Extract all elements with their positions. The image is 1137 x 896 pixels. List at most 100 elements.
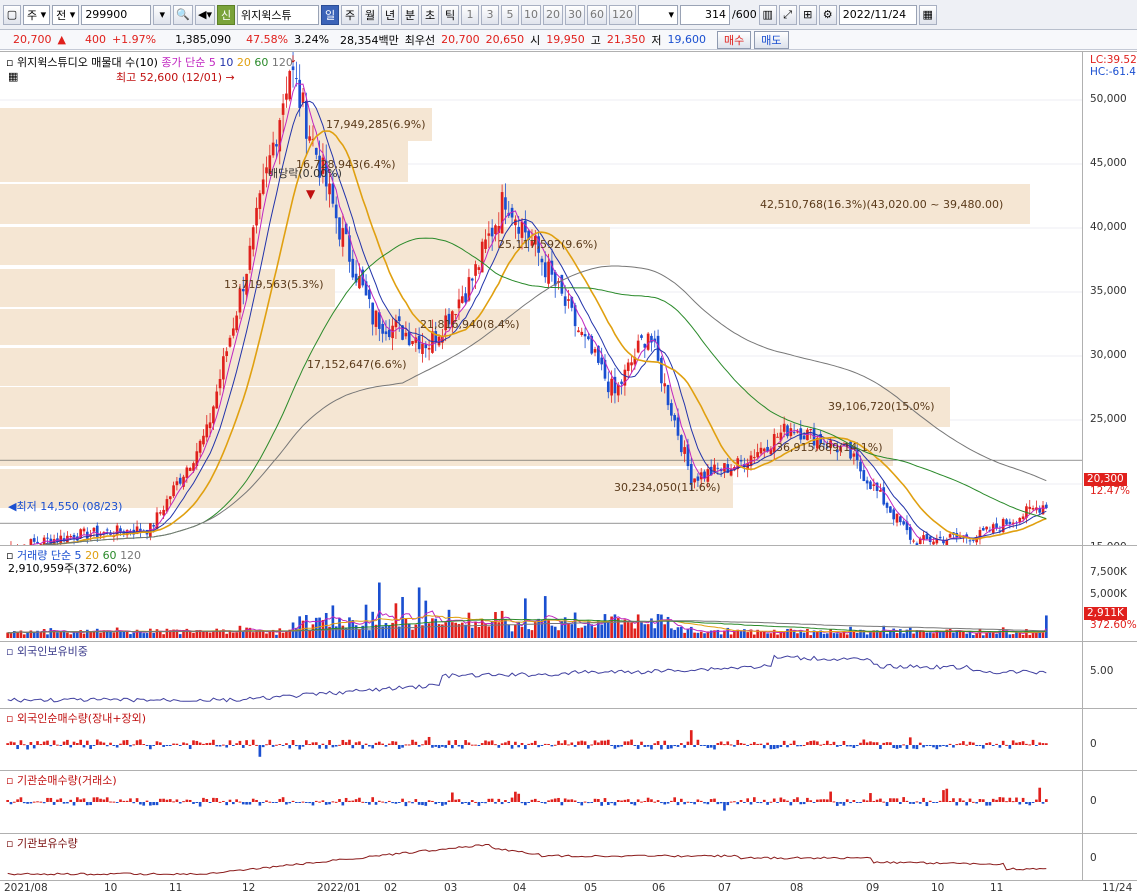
- foreign-net-bar: [650, 745, 653, 750]
- inst-net-bar: [285, 802, 288, 805]
- inst-net-bar: [600, 802, 603, 806]
- ih-menu-icon[interactable]: ▫: [6, 837, 13, 850]
- foreign-net-bar: [198, 742, 202, 745]
- window-menu-icon[interactable]: ▢: [3, 4, 21, 25]
- candle-body: [636, 340, 640, 353]
- prev-select[interactable]: 전 ▾: [52, 4, 80, 25]
- interval-20-button[interactable]: 20: [543, 4, 563, 25]
- stock-code-input[interactable]: 299900: [81, 4, 152, 25]
- candle-body: [1021, 516, 1025, 519]
- foreign-ratio-panel[interactable]: ▫ 외국인보유비중 5.00: [0, 641, 1137, 708]
- inst-net-bar: [215, 798, 219, 802]
- inst-net-bar: [809, 800, 813, 802]
- candle-body: [616, 384, 620, 396]
- foreign-net-bar: [752, 742, 756, 745]
- inst-net-bar: [271, 802, 275, 803]
- indicator-icon[interactable]: ⤢: [778, 4, 797, 25]
- volume-bar: [487, 626, 491, 638]
- inst-net-bar: [431, 800, 434, 802]
- period-minute-tab[interactable]: 분: [401, 4, 419, 25]
- volume-profile-label: 17,949,285(6.9%): [326, 118, 426, 131]
- volume-bar: [129, 634, 132, 638]
- period-year-tab[interactable]: 년: [381, 4, 399, 25]
- interval-60-button[interactable]: 60: [587, 4, 607, 25]
- inst-net-bar: [245, 802, 248, 805]
- inst-net-panel[interactable]: ▫ 기관순매수량(거래소) 0: [0, 770, 1137, 833]
- inst-net-bar: [905, 800, 909, 802]
- candle-body: [178, 477, 182, 484]
- price-change-pct: +1.97%: [111, 33, 157, 46]
- interval-1-button[interactable]: 1: [461, 4, 479, 25]
- period-second-tab[interactable]: 초: [421, 4, 439, 25]
- volume-bar: [155, 629, 159, 638]
- foreign-net-bar: [706, 745, 710, 749]
- period-month-tab[interactable]: 월: [361, 4, 379, 25]
- candle-body: [683, 447, 686, 454]
- price-panel[interactable]: ↓ ▼ ▫ 위지윅스튜디오 매물대 수(10) 종가 단순 5 10 20 60 …: [0, 51, 1137, 553]
- panel-menu-icon[interactable]: ▫: [6, 56, 13, 69]
- inst-net-bar: [158, 798, 162, 802]
- volume-bar: [387, 625, 391, 638]
- speaker-icon[interactable]: ◀▾: [195, 4, 215, 25]
- volume-bar: [331, 605, 335, 638]
- volume-panel[interactable]: ▫ 거래량 단순 5 20 60 120 2,910,959주(372.60%)…: [0, 545, 1137, 641]
- date-input[interactable]: 2022/11/24: [838, 4, 917, 25]
- interval-120-button[interactable]: 120: [609, 4, 636, 25]
- foreign-net-bar: [427, 736, 431, 745]
- foreign-net-bar: [792, 740, 796, 745]
- foreign-net-bar: [454, 740, 457, 745]
- volume-bar: [208, 632, 212, 638]
- period-tick-tab[interactable]: 틱: [441, 4, 459, 25]
- foreign-net-panel[interactable]: ▫ 외국인순매수량(장내+장외) 0: [0, 708, 1137, 770]
- candle-body: [504, 197, 507, 210]
- chart-type-icon[interactable]: ▥: [758, 4, 777, 25]
- buy-button[interactable]: 매수: [717, 30, 752, 49]
- search-icon[interactable]: 🔍: [173, 4, 194, 25]
- volume-bar: [577, 628, 580, 638]
- inst-net-bar: [991, 798, 995, 802]
- candle-body: [567, 299, 570, 301]
- grid-icon[interactable]: ▦: [8, 70, 18, 83]
- inst-hold-panel[interactable]: ▫ 기관보유수량 0: [0, 833, 1137, 880]
- sell-button[interactable]: 매도: [754, 30, 789, 49]
- period-day-tab[interactable]: 일: [321, 4, 339, 25]
- volume-bar: [358, 629, 361, 638]
- fn-menu-icon[interactable]: ▫: [6, 712, 13, 725]
- dropdown-icon[interactable]: ▾: [153, 4, 172, 25]
- interval-5-button[interactable]: 5: [501, 4, 519, 25]
- interval-30-button[interactable]: 30: [565, 4, 585, 25]
- foreign-net-bar: [812, 740, 816, 745]
- foreign-net-bar: [696, 739, 700, 745]
- inst-net-bar: [344, 797, 348, 802]
- foreign-net-bar: [726, 741, 730, 745]
- interval-select[interactable]: ▾: [638, 4, 678, 25]
- fr-menu-icon[interactable]: ▫: [6, 645, 13, 658]
- candle-body: [716, 467, 720, 469]
- interval-10-button[interactable]: 10: [521, 4, 541, 25]
- inst-net-bar: [238, 801, 242, 803]
- price-tick: 25,000: [1090, 413, 1127, 425]
- market-select[interactable]: 주 ▾: [23, 4, 51, 25]
- volume-chart-svg: [6, 582, 1048, 638]
- candle-body: [228, 337, 232, 347]
- foreign-net-bar: [776, 745, 779, 749]
- calendar-icon[interactable]: ▦: [918, 4, 937, 25]
- inst-net-bar: [693, 802, 696, 805]
- volume-bar: [806, 628, 809, 638]
- interval-3-button[interactable]: 3: [481, 4, 499, 25]
- inst-net-bar: [480, 802, 484, 803]
- inst-net-bar: [613, 802, 617, 806]
- tools-icon[interactable]: ⊞: [798, 4, 817, 25]
- period-week-tab[interactable]: 주: [341, 4, 359, 25]
- foreign-net-bar: [968, 741, 972, 745]
- volume-bar: [235, 632, 238, 638]
- settings-icon[interactable]: ⚙: [818, 4, 837, 25]
- count-input[interactable]: 314: [680, 4, 730, 25]
- foreign-ratio-label: 외국인보유비중: [16, 645, 88, 658]
- foreign-net-bar: [869, 741, 872, 745]
- foreign-net-bar: [899, 745, 902, 748]
- foreign-net-bar: [955, 744, 959, 746]
- inst-net-bar: [789, 802, 793, 806]
- in-menu-icon[interactable]: ▫: [6, 774, 13, 787]
- price-tick: 35,000: [1090, 285, 1127, 297]
